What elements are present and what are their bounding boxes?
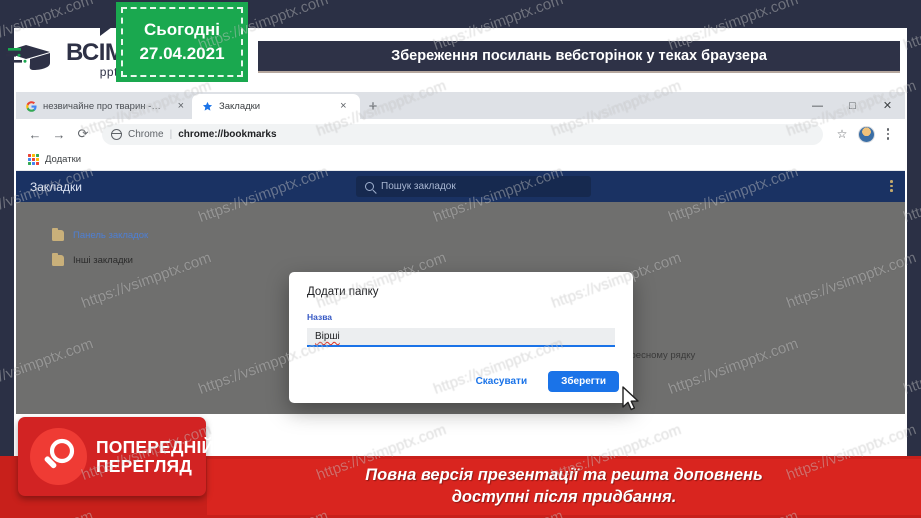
window-maximize-button[interactable]: □ (835, 92, 870, 119)
slide-header-bar: Збереження посилань вебсторінок у теках … (258, 41, 900, 71)
sidebar-item-other-bookmarks-label: Інші закладки (73, 255, 133, 266)
cancel-button[interactable]: Скасувати (465, 371, 539, 392)
search-icon (365, 182, 374, 191)
add-folder-dialog: Додати папку Назва Вірші Скасувати Збере… (289, 272, 633, 403)
avatar-image (857, 125, 875, 143)
back-button[interactable]: ← (24, 123, 46, 145)
browser-menu-button[interactable] (879, 123, 897, 145)
folder-name-input[interactable]: Вірші (307, 328, 615, 347)
browser-tab-strip: незвичайне про тварин - Пошу × Закладки … (16, 92, 905, 119)
star-icon (202, 101, 213, 111)
address-bar-separator: | (169, 128, 173, 140)
preview-badge-line1: ПОПЕРЕДНІЙ (96, 437, 215, 458)
address-bar-url: chrome://bookmarks (178, 128, 277, 140)
page-title: Збереження посилань вебсторінок у теках … (391, 48, 767, 64)
save-button[interactable]: Зберегти (548, 371, 619, 392)
folder-icon (52, 227, 64, 241)
address-bar[interactable]: Chrome | chrome://bookmarks (102, 123, 823, 145)
bookmark-search-input[interactable]: Пошук закладок (356, 176, 591, 197)
bottom-banner-line1: Повна версія презентації та решта доповн… (365, 466, 763, 485)
bottom-banner-line2: доступні після придбання. (451, 488, 677, 506)
address-bar-scheme: Chrome (128, 128, 164, 140)
bookmark-manager-menu-button[interactable] (890, 180, 893, 192)
today-date-badge: Сьогодні 27.04.2021 (116, 2, 248, 82)
sidebar-item-bookmarks-bar[interactable]: Панель закладок (52, 227, 149, 241)
bottom-banner-inner: Повна версія презентації та решта доповн… (207, 459, 921, 515)
reload-button[interactable]: ⟳ (72, 123, 94, 145)
brand-logo: ВСІМ pptx (6, 33, 130, 85)
window-close-button[interactable]: ✕ (870, 92, 905, 119)
bookmark-star-icon[interactable]: ☆ (831, 123, 853, 145)
folder-name-value: Вірші (315, 331, 340, 342)
browser-tab-2-label: Закладки (219, 101, 261, 112)
globe-icon (110, 128, 122, 140)
preview-badge-line2: ПЕРЕГЛЯД (96, 455, 193, 476)
dialog-actions: Скасувати Зберегти (465, 371, 619, 392)
google-icon (26, 101, 37, 112)
folder-icon (52, 252, 64, 266)
avatar[interactable] (855, 123, 877, 145)
dialog-field-label: Назва (307, 312, 333, 322)
graduation-cap-icon (6, 45, 50, 70)
dialog-title: Додати папку (307, 286, 379, 298)
browser-tab-2-close-icon[interactable]: × (340, 101, 346, 112)
preview-badge: ПОПЕРЕДНІЙ ПЕРЕГЛЯД (18, 417, 214, 496)
bookmarks-bar: Додатки (16, 149, 905, 171)
magnifier-badge-circle (30, 428, 87, 485)
today-date: 27.04.2021 (139, 44, 225, 63)
window-controls: — □ ✕ (800, 92, 905, 119)
forward-button[interactable]: → (48, 123, 70, 145)
new-tab-button[interactable]: + (360, 94, 386, 119)
today-label: Сьогодні (144, 20, 220, 39)
browser-tab-1[interactable]: незвичайне про тварин - Пошу × (16, 94, 192, 119)
magnifier-icon (44, 438, 75, 469)
browser-toolbar: ← → ⟳ Chrome | chrome://bookmarks ☆ (16, 119, 905, 149)
sidebar-item-other-bookmarks[interactable]: Інші закладки (52, 252, 133, 266)
bookmark-manager-title: Закладки (30, 179, 82, 194)
bookmarks-bar-apps-label[interactable]: Додатки (45, 154, 81, 165)
browser-tab-1-close-icon[interactable]: × (178, 101, 184, 112)
bookmark-manager-header: Закладки Пошук закладок (16, 171, 905, 202)
browser-tab-2[interactable]: Закладки × (192, 94, 360, 119)
browser-tab-1-label: незвичайне про тварин - Пошу (43, 101, 162, 112)
sidebar-item-bookmarks-bar-label: Панель закладок (73, 230, 149, 241)
bookmark-search-placeholder: Пошук закладок (381, 181, 456, 192)
apps-grid-icon[interactable] (28, 154, 39, 165)
window-minimize-button[interactable]: — (800, 92, 835, 119)
